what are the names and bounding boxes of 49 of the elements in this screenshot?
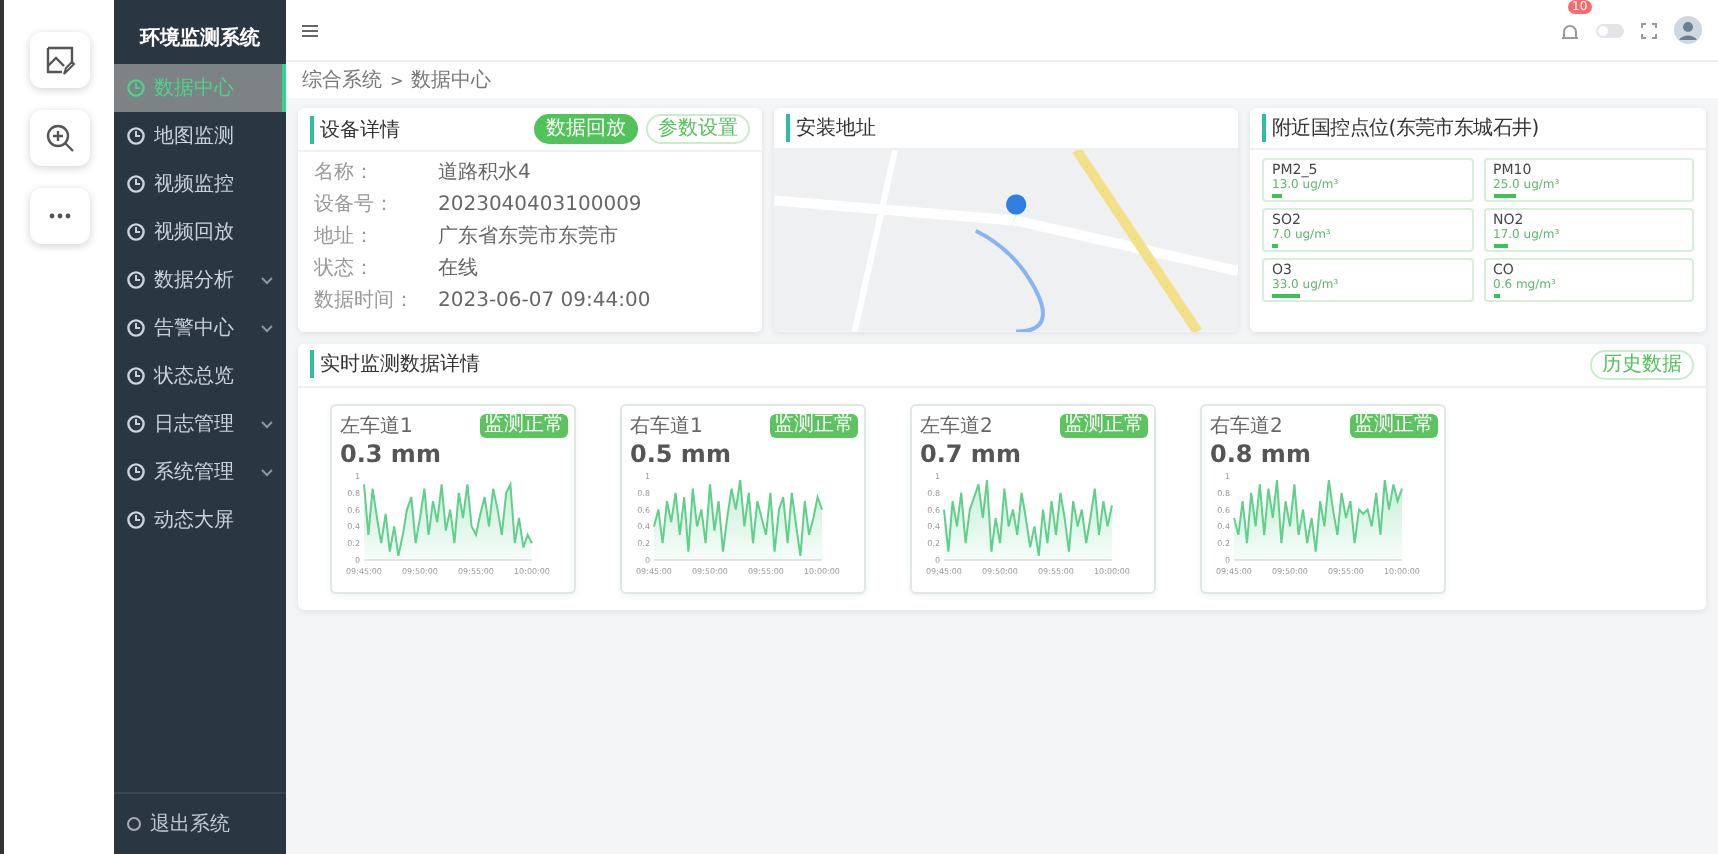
field-label: 名称：	[314, 160, 376, 186]
field-value: 2023-06-07 09:44:00	[438, 289, 651, 311]
theme-switch[interactable]	[1596, 23, 1624, 37]
menu-item[interactable]: 地图监测	[114, 112, 286, 160]
menu-item[interactable]: 视频回放	[114, 208, 286, 256]
field-label: 设备号：	[314, 192, 396, 218]
breadcrumb-separator: >	[390, 71, 404, 89]
sensor-name: 右车道2	[1210, 413, 1283, 440]
app-title: 环境监测系统	[137, 24, 262, 54]
breadcrumb-item[interactable]: 综合系统	[302, 66, 382, 94]
status-badge: 监测正常	[1350, 413, 1438, 438]
fullscreen-icon[interactable]	[1640, 21, 1658, 39]
field-value: 广东省东莞市东莞市	[438, 223, 618, 250]
menu-item[interactable]: 日志管理	[114, 400, 286, 448]
zoom-in-icon	[43, 122, 75, 154]
card-title: 安装地址	[786, 114, 876, 142]
image-edit-button[interactable]	[29, 32, 89, 88]
menu-item[interactable]: 告警中心	[114, 304, 286, 352]
field-label: 地址：	[314, 223, 376, 250]
card-title: 附近国控点位(东莞市东城石井)	[1262, 114, 1539, 142]
field-value: 2023040403100009	[438, 193, 642, 215]
avatar[interactable]	[1674, 16, 1702, 44]
sensor-value: 0.5 mm	[630, 439, 733, 468]
sensor-value: 0.3 mm	[340, 439, 443, 468]
image-edit-icon	[43, 44, 75, 76]
status-badge: 监测正常	[480, 413, 568, 438]
field-label: 状态：	[314, 255, 376, 282]
bell-icon[interactable]	[1560, 21, 1580, 41]
field-value: 道路积水4	[438, 159, 531, 186]
sensor-name: 右车道1	[630, 413, 703, 440]
sensor-name: 左车道2	[920, 413, 993, 440]
zoom-in-button[interactable]	[29, 110, 89, 166]
more-icon	[47, 212, 71, 220]
status-badge: 监测正常	[770, 413, 858, 438]
card-title: 实时监测数据详情	[310, 350, 480, 379]
sensor-value: 0.7 mm	[920, 439, 1023, 468]
menu-item[interactable]: 系统管理	[114, 448, 286, 496]
menu-item[interactable]: 数据分析	[114, 256, 286, 304]
card-title: 设备详情	[310, 115, 400, 143]
menu-item[interactable]: 动态大屏	[114, 496, 286, 544]
field-label: 数据时间：	[314, 287, 416, 314]
power-icon	[126, 816, 142, 832]
field-value: 在线	[438, 255, 478, 282]
menu-item[interactable]: 状态总览	[114, 352, 286, 400]
sensor-name: 左车道1	[340, 413, 413, 440]
breadcrumb-item[interactable]: 数据中心	[411, 66, 492, 94]
menu-item[interactable]: 视频监控	[114, 160, 286, 208]
sensor-value: 0.8 mm	[1210, 439, 1313, 468]
status-badge: 监测正常	[1060, 413, 1148, 438]
